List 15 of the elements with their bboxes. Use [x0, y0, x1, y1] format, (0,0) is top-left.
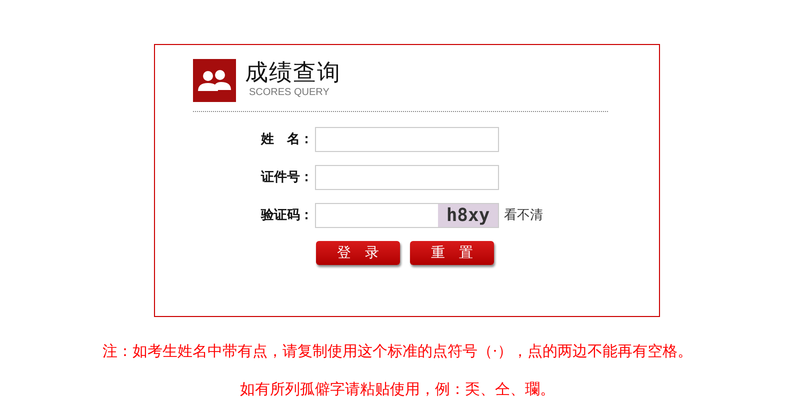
field-label: 姓 名：	[260, 131, 314, 148]
input-field[interactable]	[315, 164, 499, 190]
notice-text: 注：如考生姓名中带有点，请复制使用这个标准的点符号（·），点的两边不能再有空格。	[102, 342, 694, 361]
field-label: 证件号：	[260, 169, 314, 186]
login-button[interactable]: 登 录	[316, 241, 400, 265]
refresh-link[interactable]: 看不清	[504, 206, 543, 224]
notice-text: 如有所列孤僻字请粘贴使用，例：奀、仝、瓓。	[239, 380, 556, 399]
page-title: 成绩查询	[245, 59, 341, 87]
captcha-field[interactable]: h8xy	[315, 202, 499, 228]
page-subtitle: SCORES QUERY	[249, 87, 330, 98]
users-icon	[193, 59, 236, 102]
input-field[interactable]	[315, 126, 499, 152]
captcha-image[interactable]: h8xy	[438, 204, 498, 226]
field-label: 验证码：	[260, 207, 314, 224]
reset-button[interactable]: 重 置	[410, 241, 494, 265]
